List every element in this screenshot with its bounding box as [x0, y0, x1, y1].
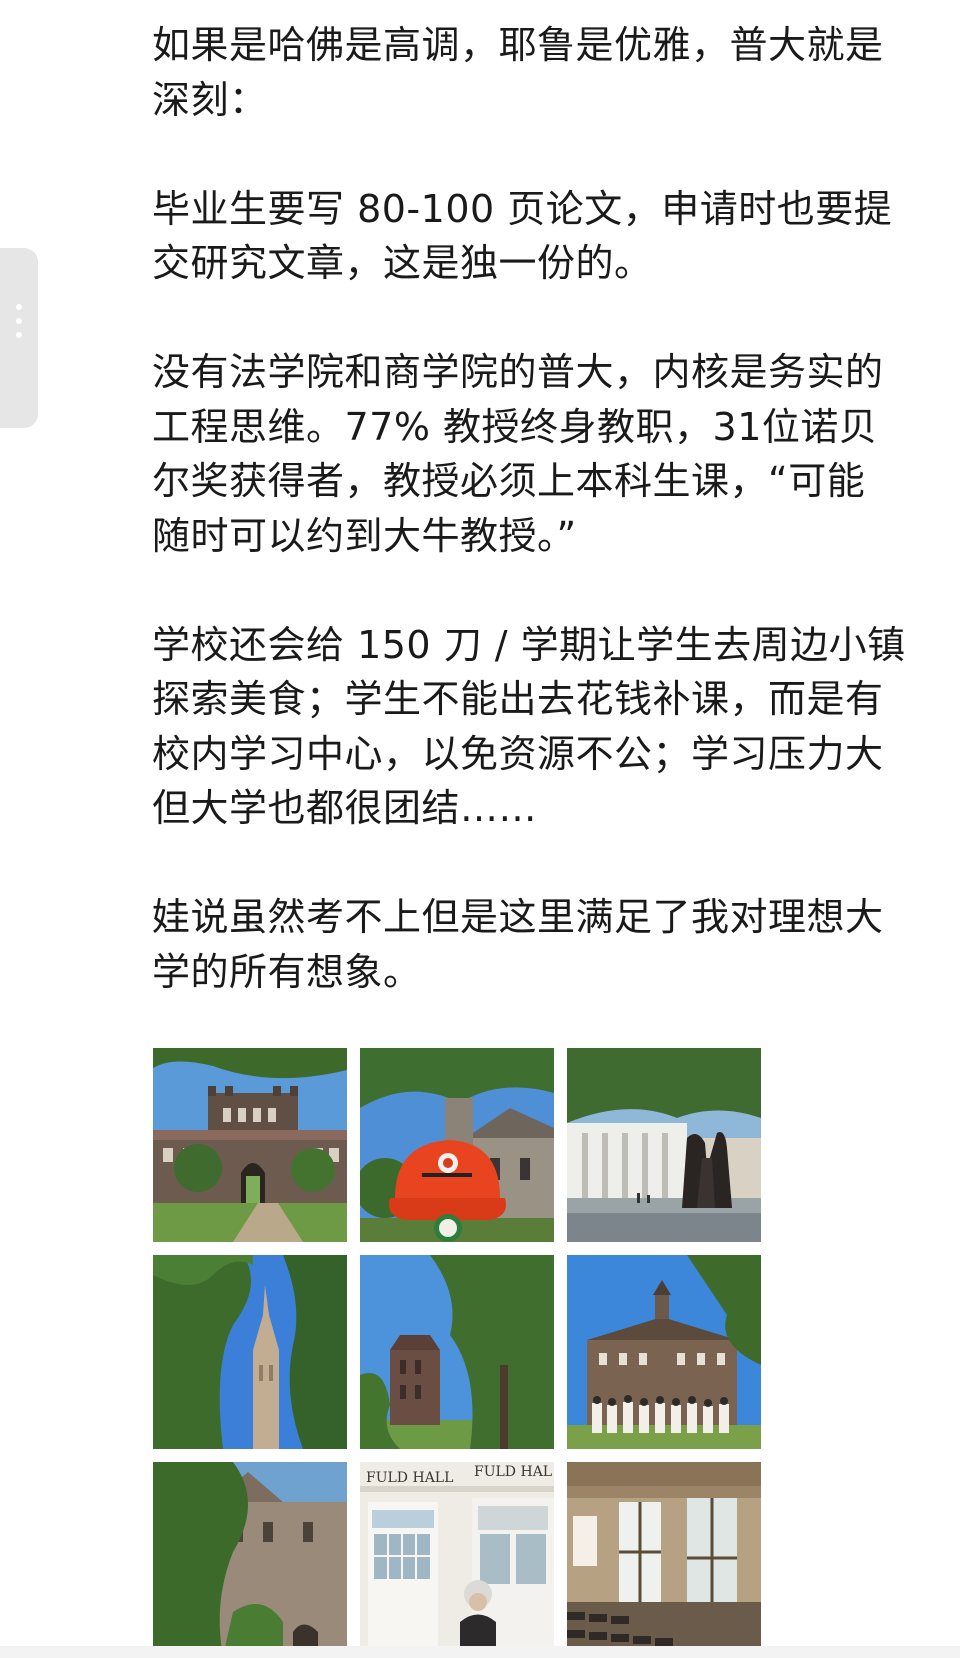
- photo-gothic-gate-building[interactable]: [153, 1048, 347, 1242]
- photo-tower-through-trees[interactable]: [360, 1255, 554, 1449]
- text-line: 但大学也都很团结……: [152, 786, 538, 830]
- text-line: 没有法学院和商学院的普大，内核是务实的: [152, 350, 884, 394]
- post-paragraph-1: 如果是哈佛是高调，耶鲁是优雅，普大就是 深刻：: [152, 18, 952, 127]
- handle-dot: [16, 332, 22, 338]
- handle-dot: [16, 304, 22, 310]
- photo-nassau-hall-group[interactable]: [567, 1255, 761, 1449]
- bottom-edge: [0, 1646, 960, 1658]
- handle-dot: [16, 318, 22, 324]
- photo-chapel-spire-trees[interactable]: [153, 1255, 347, 1449]
- text-line: 尔奖获得者，教授必须上本科生课，“可能: [152, 459, 866, 503]
- text-line: 学校还会给 150 刀 / 学期让学生去周边小镇: [152, 622, 906, 667]
- photo-grid: FULD HALL FULD HAL: [153, 1048, 765, 1656]
- side-drawer-handle[interactable]: [0, 248, 38, 428]
- text-line: 工程思维。77% 教授终身教职，31位诺贝: [152, 404, 878, 449]
- text-line: 校内学习中心，以免资源不公；学习压力大: [152, 731, 884, 776]
- photo-red-princeton-cap[interactable]: [360, 1048, 554, 1242]
- text-line: 学的所有想象。: [152, 949, 422, 994]
- photo-ivy-stone-building[interactable]: [153, 1462, 347, 1656]
- text-line: 探索美食；学生不能出去花钱补课，而是有: [152, 677, 884, 721]
- text-line: 如果是哈佛是高调，耶鲁是优雅，普大就是: [152, 23, 884, 67]
- photo-fountain-sculpture[interactable]: [567, 1048, 761, 1242]
- text-line: 娃说虽然考不上但是这里满足了我对理想大: [152, 895, 884, 939]
- post-paragraph-3: 没有法学院和商学院的普大，内核是务实的 工程思维。77% 教授终身教职，31位诺…: [152, 345, 952, 563]
- fuld-hall-sign-right: FULD HAL: [474, 1464, 552, 1480]
- post-paragraph-4: 学校还会给 150 刀 / 学期让学生去周边小镇 探索美食；学生不能出去花钱补课…: [152, 618, 952, 836]
- post-paragraph-5: 娃说虽然考不上但是这里满足了我对理想大 学的所有想象。: [152, 890, 952, 999]
- text-line: 随时可以约到大牛教授。”: [152, 513, 577, 558]
- photo-classroom-interior[interactable]: [567, 1462, 761, 1656]
- photo-fuld-hall-einstein[interactable]: FULD HALL FULD HAL: [360, 1462, 554, 1656]
- fuld-hall-sign-left: FULD HALL: [366, 1470, 453, 1486]
- text-line: 交研究文章，这是独一份的。: [152, 241, 653, 285]
- text-line: 深刻：: [152, 77, 268, 122]
- text-line: 毕业生要写 80-100 页论文，申请时也要提: [152, 186, 893, 231]
- post-body: 如果是哈佛是高调，耶鲁是优雅，普大就是 深刻： 毕业生要写 80-100 页论文…: [152, 18, 952, 1054]
- post-paragraph-2: 毕业生要写 80-100 页论文，申请时也要提 交研究文章，这是独一份的。: [152, 182, 952, 291]
